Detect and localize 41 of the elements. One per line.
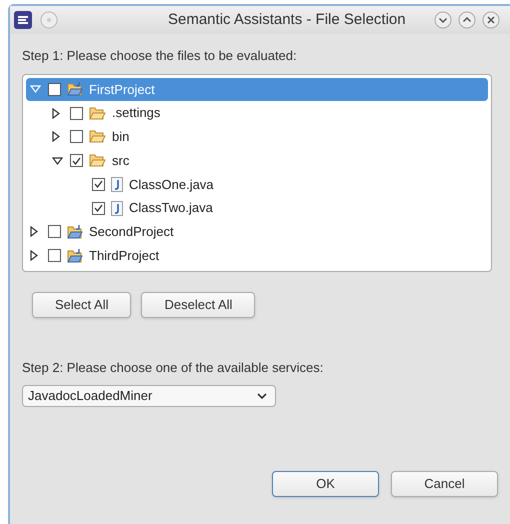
- folder-icon: [89, 130, 106, 144]
- project-name[interactable]: ThirdProject: [89, 246, 160, 266]
- project-folder-icon: [67, 82, 83, 96]
- minimize-icon[interactable]: [434, 11, 452, 29]
- folder-icon: [89, 154, 106, 168]
- checkbox[interactable]: [48, 249, 61, 262]
- service-dropdown[interactable]: JavadocLoadedMiner: [22, 385, 276, 407]
- maximize-icon[interactable]: [458, 11, 476, 29]
- folder-icon: [89, 106, 106, 120]
- folder-name[interactable]: .settings: [112, 103, 160, 123]
- project-folder-icon: [67, 224, 83, 239]
- checkbox[interactable]: [48, 82, 61, 96]
- collapsed-arrow-icon[interactable]: [52, 108, 60, 119]
- collapsed-arrow-icon[interactable]: [30, 250, 38, 262]
- checkbox[interactable]: [70, 106, 83, 120]
- ok-button[interactable]: OK: [272, 471, 379, 497]
- project-folder-icon: [67, 248, 83, 263]
- app-icon: [14, 11, 32, 29]
- folder-name[interactable]: src: [112, 150, 130, 170]
- file-name[interactable]: ClassOne.java: [129, 174, 214, 194]
- window-title: Semantic Assistants - File Selection: [168, 10, 406, 30]
- java-file-icon: [111, 200, 123, 216]
- chevron-down-icon: [257, 392, 267, 400]
- close-icon[interactable]: [482, 11, 500, 29]
- checkbox[interactable]: [92, 202, 105, 215]
- collapsed-arrow-icon[interactable]: [30, 226, 38, 238]
- cancel-button[interactable]: Cancel: [391, 471, 498, 497]
- step-label: Step 2: Please choose one of the available services:: [22, 358, 324, 377]
- java-file-icon: [111, 176, 123, 192]
- checkbox[interactable]: [70, 154, 83, 168]
- project-name[interactable]: SecondProject: [89, 222, 174, 242]
- folder-name[interactable]: bin: [112, 127, 130, 147]
- select-button[interactable]: Deselect All: [141, 292, 256, 318]
- checkbox[interactable]: [70, 130, 83, 144]
- expanded-arrow-icon[interactable]: [52, 156, 63, 165]
- step-label: Step 1: Please choose the files to be evaluated:: [22, 47, 298, 65]
- select-button[interactable]: Select All: [32, 292, 132, 318]
- checkbox[interactable]: [92, 178, 105, 191]
- checkbox[interactable]: [48, 225, 61, 238]
- file-name[interactable]: ClassTwo.java: [129, 198, 213, 218]
- collapsed-arrow-icon[interactable]: [52, 131, 60, 142]
